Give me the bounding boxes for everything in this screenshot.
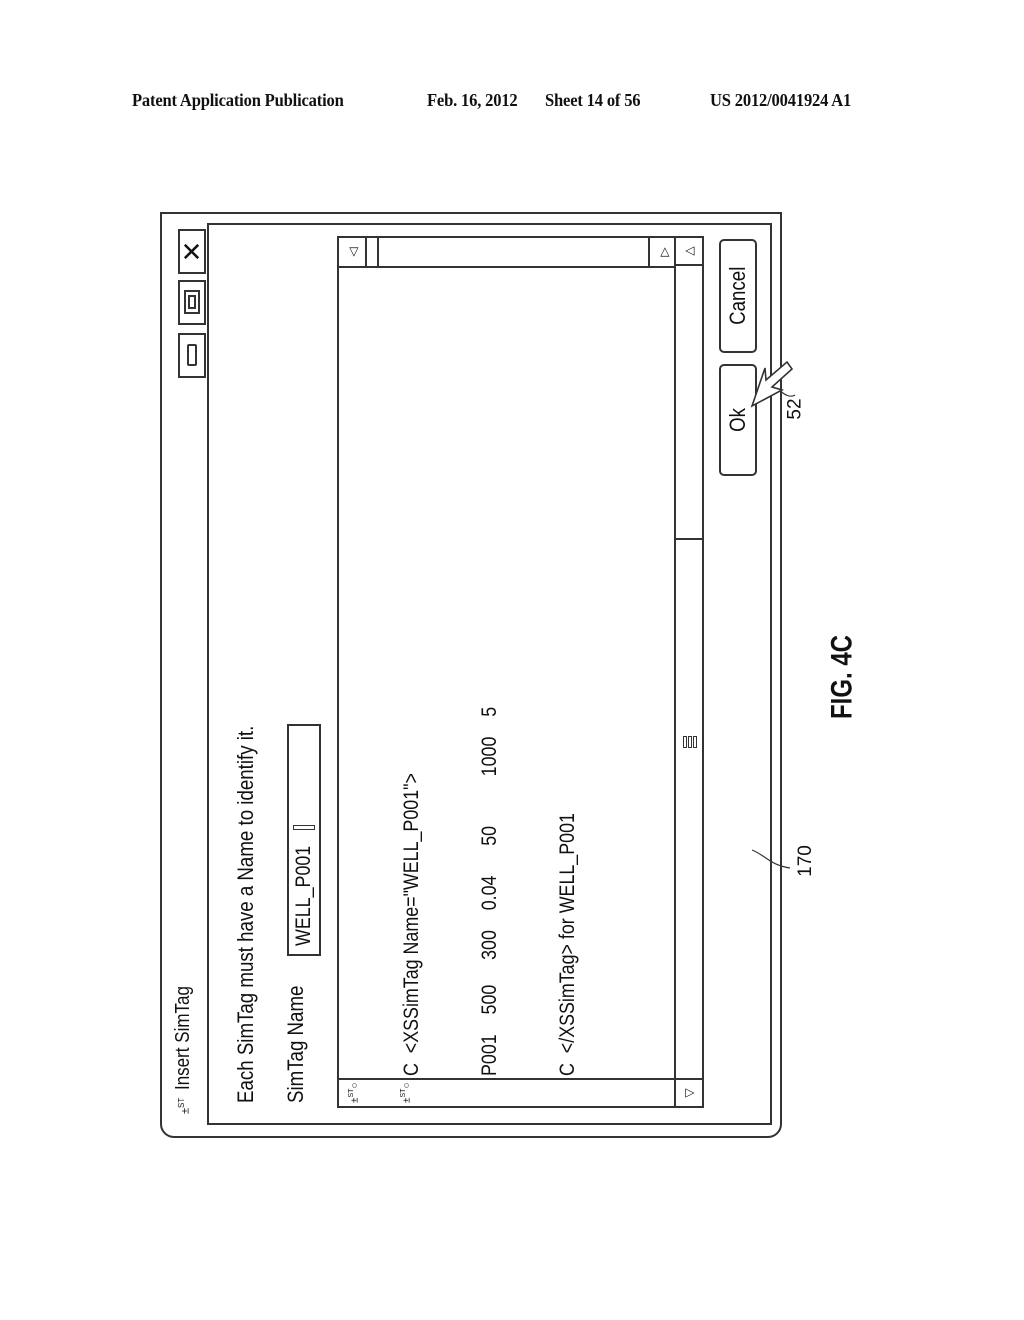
annotation-overlay: [750, 360, 796, 869]
leader-line-170: [751, 849, 791, 869]
reference-numeral-170: 170: [794, 845, 816, 877]
reference-numeral-52: 52: [784, 398, 806, 420]
figure-label: FIG. 4C: [825, 634, 859, 720]
